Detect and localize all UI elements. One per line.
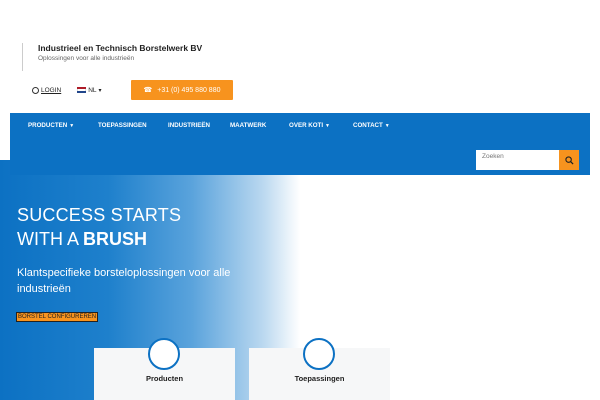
card-label: Producten bbox=[145, 374, 184, 383]
user-icon bbox=[32, 86, 39, 94]
login-label: LOGIN bbox=[41, 86, 62, 94]
card-icon bbox=[303, 338, 335, 370]
card-toepassingen[interactable]: Toepassingen bbox=[249, 338, 390, 400]
chevron-down-icon: ▼ bbox=[384, 122, 390, 129]
netherlands-flag-icon bbox=[77, 87, 87, 93]
nav-item-toepassingen[interactable]: TOEPASSINGEN bbox=[98, 122, 147, 129]
phone-icon: ☎ bbox=[143, 87, 153, 94]
nav-item-maatwerk[interactable]: MAATWERK bbox=[230, 122, 266, 129]
chevron-down-icon: ▼ bbox=[325, 122, 330, 129]
brand-title: Industrieel en Technisch Borstelwerk BV bbox=[38, 43, 203, 53]
phone-button[interactable]: ☎ +31 (0) 495 880 880 bbox=[131, 80, 233, 100]
brand[interactable]: Industrieel en Technisch Borstelwerk BV … bbox=[22, 43, 202, 71]
nav-item-label: OVER KOTI bbox=[289, 122, 324, 129]
hero-headline-bold: BRUSH bbox=[83, 229, 148, 249]
search-icon bbox=[564, 155, 574, 165]
card-icon bbox=[148, 338, 180, 370]
chevron-down-icon: ▾ bbox=[98, 87, 102, 94]
phone-label: +31 (0) 495 880 880 bbox=[157, 86, 221, 94]
brand-subtitle: Oplossingen voor alle industrieën bbox=[38, 55, 135, 62]
hero-headline-line1: SUCCESS STARTS bbox=[17, 205, 182, 225]
nav-item-label: MAATWERK bbox=[230, 122, 267, 129]
card-label: Toepassingen bbox=[294, 374, 345, 383]
card-producten[interactable]: Producten bbox=[94, 338, 235, 400]
search-button[interactable] bbox=[559, 150, 579, 170]
login-link[interactable]: LOGIN bbox=[32, 86, 62, 94]
search-input[interactable] bbox=[476, 150, 559, 170]
nav-item-producten[interactable]: PRODUCTEN ▼ bbox=[28, 122, 74, 129]
nav-item-industrieen[interactable]: INDUSTRIEËN bbox=[168, 122, 210, 129]
language-label: NL bbox=[88, 86, 97, 94]
language-selector[interactable]: NL ▾ bbox=[77, 86, 102, 94]
nav-item-label: TOEPASSINGEN bbox=[98, 122, 147, 129]
nav-item-label: INDUSTRIEËN bbox=[168, 122, 210, 129]
nav-item-contact[interactable]: CONTACT ▼ bbox=[353, 122, 390, 129]
hero-headline-prefix: WITH A bbox=[17, 229, 84, 249]
nav-item-label: PRODUCTEN bbox=[28, 122, 68, 129]
search-box bbox=[476, 150, 579, 170]
nav-item-label: CONTACT bbox=[353, 122, 383, 129]
topbar: LOGIN NL ▾ bbox=[32, 80, 102, 100]
configure-brush-button[interactable]: BORSTEL CONFIGUREREN bbox=[16, 312, 99, 322]
nav-item-over-koti[interactable]: OVER KOTI ▼ bbox=[289, 122, 330, 129]
chevron-down-icon: ▼ bbox=[69, 122, 75, 129]
hero-headline-line2: WITH A BRUSH bbox=[17, 229, 147, 250]
hero-subtitle: Klantspecifieke borsteloplossingen voor … bbox=[17, 267, 231, 295]
